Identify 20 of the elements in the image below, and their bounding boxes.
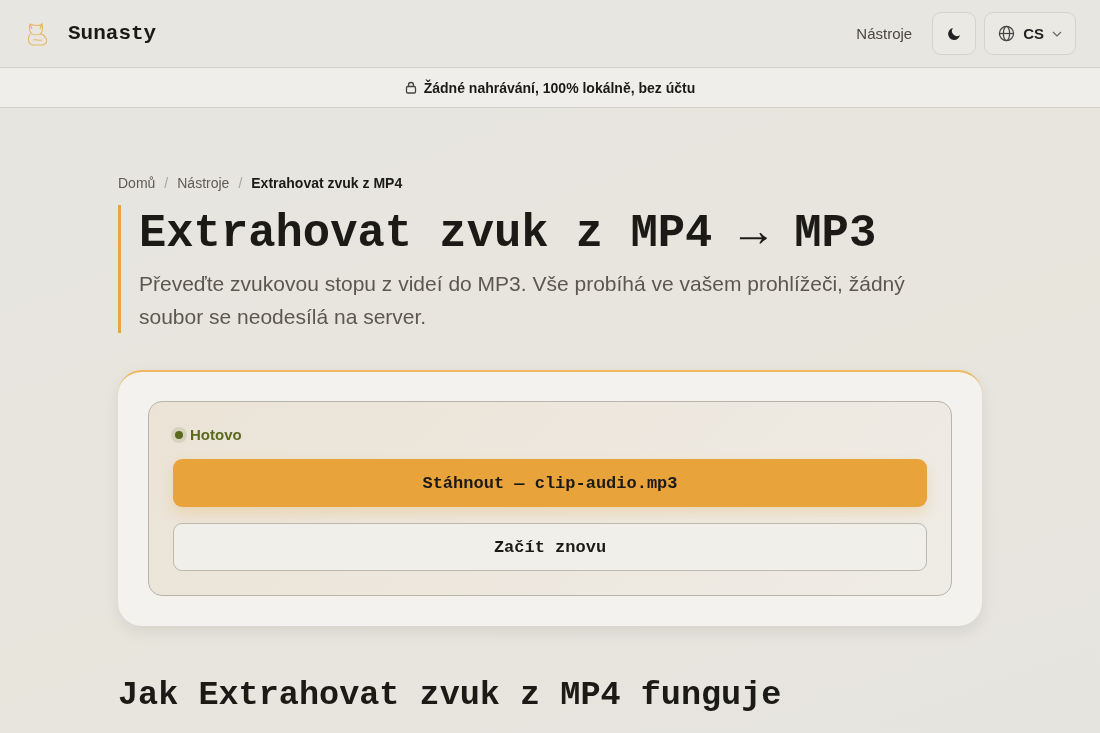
banner-text: Žádné nahrávání, 100% lokálně, bez účtu [423,79,696,96]
brand-name[interactable]: Sunasty [68,22,157,45]
breadcrumb-item[interactable]: Nástroje [177,175,230,191]
section-heading: Jak Extrahovat zvuk z MP4 funguje [118,676,783,714]
breadcrumb-item[interactable]: Domů [118,175,156,191]
lock-icon [404,81,417,94]
page-subtitle: Převeďte zvukovou stopu z videí do MP3. Vše probíhá ve vašem prohlížeči, žádný soubor se neodesílá na server. [139,271,906,330]
restart-button[interactable]: Začít znovu [173,523,927,571]
download-button[interactable]: Stáhnout — clip-audio.mp3 [173,459,927,507]
breadcrumb-item[interactable]: Extrahovat zvuk z MP4 [251,175,403,191]
language-button[interactable]: CS [984,12,1076,55]
page-title: Extrahovat zvuk z MP4 → MP3 [139,207,878,262]
breadcrumb-separator: / [164,175,169,191]
theme-toggle-button[interactable] [932,12,977,55]
status-label: Hotovo [190,426,242,443]
globe-icon [998,25,1016,42]
nav-link[interactable]: Nástroje [856,25,913,42]
moon-icon [947,26,962,41]
chevron-down-icon [1052,30,1062,37]
breadcrumb-separator: / [238,175,243,191]
